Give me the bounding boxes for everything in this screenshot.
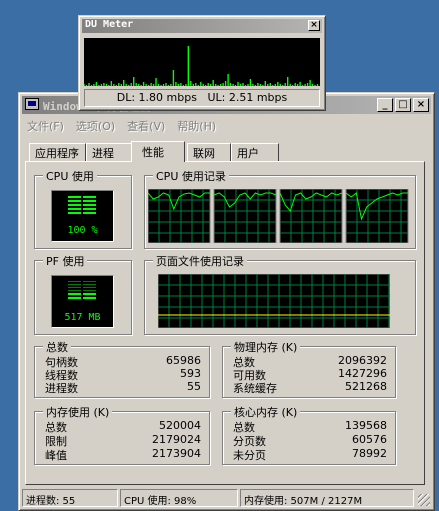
cpu-core-2-bg: [213, 189, 277, 243]
tab-processes[interactable]: 进程: [86, 143, 132, 161]
status-memory: 内存使用: 507M / 2127M: [240, 489, 414, 507]
ul-value: 2.51 mbps: [228, 91, 288, 104]
computer-icon[interactable]: [25, 98, 39, 110]
physical-total-row: 总数 2096392: [233, 354, 387, 369]
cpu-core-4-bg: [345, 189, 409, 243]
commit-total-row: 总数 520004: [45, 419, 201, 434]
cpu-usage-group: CPU 使用 100 %: [34, 168, 132, 249]
totals-label: 总数: [43, 339, 71, 355]
maximize-button[interactable]: □: [395, 98, 411, 112]
totals-group: 总数 句柄数 65986 线程数 593 进程数 55: [34, 339, 210, 398]
kernel-memory-group: 核心内存 (K) 总数 139568 分页数 60576 未分页 78992: [222, 404, 396, 465]
commit-charge-label: 内存使用 (K): [43, 404, 113, 420]
dl-label: DL:: [116, 91, 136, 104]
physical-available-row: 可用数 1427296: [233, 367, 387, 382]
dl-value: 1.80 mbps: [138, 91, 197, 104]
performance-panel: CPU 使用 100 % CPU 使用记录 PF 使用 517 MB 页面文件使…: [25, 161, 425, 485]
tab-performance[interactable]: 性能: [131, 141, 185, 162]
pf-usage-meter: 517 MB: [51, 275, 114, 328]
tab-applications[interactable]: 应用程序: [29, 143, 86, 161]
resize-grip[interactable]: [418, 494, 430, 506]
menu-file[interactable]: 文件(F): [27, 118, 64, 136]
menu-bar: 文件(F) 选项(O) 查看(V) 帮助(H): [27, 118, 216, 136]
commit-charge-group: 内存使用 (K) 总数 520004 限制 2179024 峰值 2173904: [34, 404, 210, 465]
du-meter-title-bar[interactable]: DU Meter ×: [82, 19, 322, 33]
cpu-history-label: CPU 使用记录: [153, 168, 229, 184]
kernel-total-row: 总数 139568: [233, 419, 387, 434]
cpu-history-graphs: [148, 189, 409, 243]
du-meter-title: DU Meter: [85, 19, 134, 30]
pf-usage-label: PF 使用: [43, 253, 88, 269]
tab-networking[interactable]: 联网: [187, 143, 231, 161]
commit-limit-row: 限制 2179024: [45, 433, 201, 448]
minimize-button[interactable]: _: [377, 98, 393, 112]
du-meter-close-button[interactable]: ×: [308, 20, 320, 31]
kernel-paged-row: 分页数 60576: [233, 433, 387, 448]
commit-peak-row: 峰值 2173904: [45, 447, 201, 462]
cpu-usage-meter: 100 %: [51, 190, 114, 242]
menu-options[interactable]: 选项(O): [76, 118, 115, 136]
physical-cache-row: 系统缓存 521268: [233, 380, 387, 395]
status-bar: 进程数: 55 CPU 使用: 98% 内存使用: 507M / 2127M: [22, 489, 431, 507]
du-meter-graph: [84, 38, 320, 86]
pf-history-graph: [158, 274, 390, 328]
du-meter-window[interactable]: DU Meter × DL: 1.80 mbps UL: 2.51 mbps: [78, 15, 326, 111]
tab-users[interactable]: 用户: [231, 143, 279, 161]
cpu-usage-label: CPU 使用: [43, 168, 97, 184]
cpu-usage-value: 100 %: [67, 225, 98, 236]
ul-label: UL:: [207, 91, 226, 104]
physical-memory-group: 物理内存 (K) 总数 2096392 可用数 1427296 系统缓存 521268: [222, 339, 396, 398]
pf-usage-value: 517 MB: [64, 312, 101, 323]
status-processes: 进程数: 55: [22, 489, 118, 507]
task-manager-window[interactable]: Windows 任务管理器 _ □ × 文件(F) 选项(O) 查看(V) 帮助…: [18, 92, 435, 511]
status-cpu: CPU 使用: 98%: [120, 489, 238, 507]
physical-memory-label: 物理内存 (K): [231, 339, 301, 355]
menu-view[interactable]: 查看(V): [127, 118, 165, 136]
pf-usage-group: PF 使用 517 MB: [34, 253, 132, 335]
kernel-nonpaged-row: 未分页 78992: [233, 447, 387, 462]
du-meter-rates: DL: 1.80 mbps UL: 2.51 mbps: [84, 89, 320, 107]
kernel-memory-label: 核心内存 (K): [231, 404, 301, 420]
menu-help[interactable]: 帮助(H): [177, 118, 216, 136]
pf-history-label: 页面文件使用记录: [153, 253, 247, 269]
totals-threads-row: 线程数 593: [45, 367, 201, 382]
totals-handles-row: 句柄数 65986: [45, 354, 201, 369]
pf-history-bg: [158, 274, 390, 328]
cpu-history-group: CPU 使用记录: [144, 168, 416, 249]
pf-history-group: 页面文件使用记录: [144, 253, 416, 335]
close-button[interactable]: ×: [413, 98, 429, 112]
totals-processes-row: 进程数 55: [45, 380, 201, 395]
